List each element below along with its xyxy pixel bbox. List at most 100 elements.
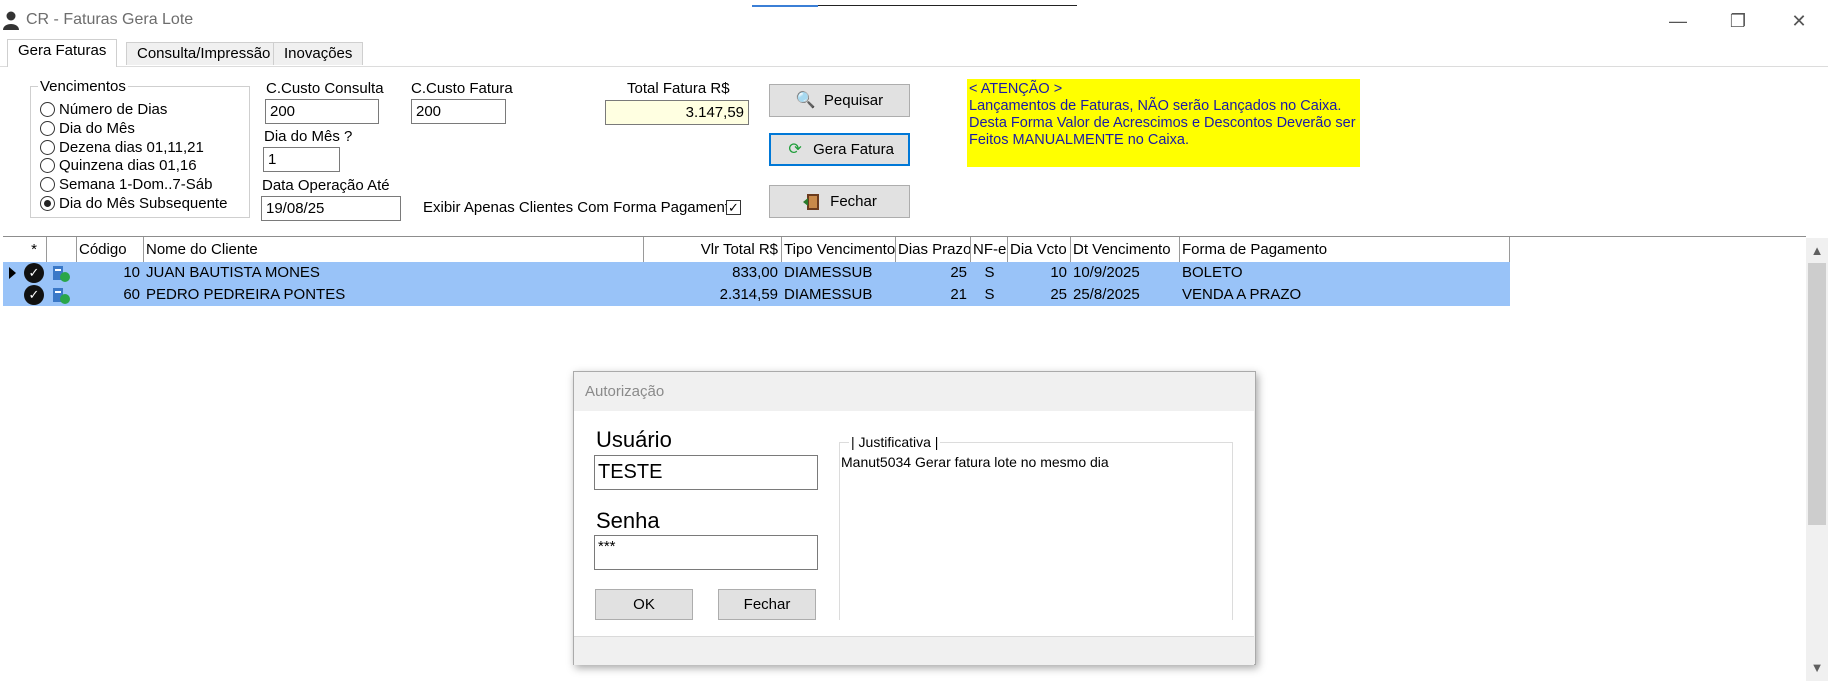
title-progress-accent xyxy=(752,5,818,7)
radio-dia-mes[interactable]: Dia do Mês xyxy=(40,119,135,138)
col-header-icon[interactable] xyxy=(47,237,77,262)
exibir-apenas-label: Exibir Apenas Clientes Com Forma Pagamen… xyxy=(423,199,738,216)
attention-line: Lançamentos de Faturas, NÃO serão Lançad… xyxy=(969,98,1342,114)
col-header-vlr-total[interactable]: Vlr Total R$ xyxy=(644,237,782,262)
dialog-fechar-button[interactable]: Fechar xyxy=(718,589,816,620)
cell-forma-pagamento: VENDA A PRAZO xyxy=(1182,286,1302,303)
radio-button[interactable] xyxy=(40,102,55,117)
cell-dia-vcto: 25 xyxy=(1050,286,1067,303)
radio-label: Quinzena dias 01,16 xyxy=(59,157,197,174)
tab-inovacoes[interactable]: Inovações xyxy=(273,42,364,65)
senha-input[interactable]: *** xyxy=(594,535,818,570)
scrollbar-thumb[interactable] xyxy=(1808,263,1826,525)
radio-label: Dia do Mês Subsequente xyxy=(59,195,228,212)
cell-vlr-total: 833,00 xyxy=(732,264,778,281)
ccusto-fatura-label: C.Custo Fatura xyxy=(411,80,513,97)
fechar-label: Fechar xyxy=(830,193,877,210)
scroll-down-icon[interactable]: ▼ xyxy=(1806,657,1828,679)
attention-line: Feitos MANUALMENTE no Caixa. xyxy=(969,132,1189,148)
cell-dia-vcto: 10 xyxy=(1050,264,1067,281)
exibir-apenas-checkbox[interactable]: ✓ xyxy=(726,200,741,215)
refresh-icon: ⟳ xyxy=(788,140,802,158)
col-header-codigo[interactable]: Código xyxy=(77,237,144,262)
cell-nome-cliente: PEDRO PEDREIRA PONTES xyxy=(146,286,346,303)
ok-button[interactable]: OK xyxy=(595,589,693,620)
attention-line: < ATENÇÃO > xyxy=(969,81,1063,97)
cell-nfe: S xyxy=(984,286,995,303)
radio-button[interactable] xyxy=(40,158,55,173)
minimize-button[interactable]: — xyxy=(1655,8,1701,34)
cell-nome-cliente: JUAN BAUTISTA MONES xyxy=(146,264,320,281)
dialog-title: Autorização xyxy=(585,383,665,400)
window-title: CR - Faturas Gera Lote xyxy=(26,11,194,28)
exit-door-icon xyxy=(802,192,822,212)
col-header-forma-pagamento[interactable]: Forma de Pagamento xyxy=(1180,237,1510,262)
radio-label: Semana 1-Dom..7-Sáb xyxy=(59,176,213,193)
data-operacao-input[interactable]: 19/08/25 xyxy=(261,196,401,221)
radio-numero-dias[interactable]: Número de Dias xyxy=(40,100,167,119)
total-fatura-label: Total Fatura R$ xyxy=(627,80,730,97)
ccusto-consulta-label: C.Custo Consulta xyxy=(266,80,384,97)
gera-fatura-label: Gera Fatura xyxy=(813,141,894,158)
col-header-dt-vencimento[interactable]: Dt Vencimento xyxy=(1071,237,1180,262)
cell-forma-pagamento: BOLETO xyxy=(1182,264,1243,281)
tab-gera-faturas[interactable]: Gera Faturas xyxy=(7,39,118,67)
cell-tipo-vencimento: DIAMESSUB xyxy=(784,286,873,303)
ccusto-fatura-input[interactable]: 200 xyxy=(411,99,506,124)
data-operacao-label: Data Operação Até xyxy=(262,177,390,194)
cell-dias-prazo: 25 xyxy=(950,264,967,281)
ccusto-consulta-input[interactable]: 200 xyxy=(265,99,379,124)
radio-quinzena[interactable]: Quinzena dias 01,16 xyxy=(40,156,197,175)
cell-vlr-total: 2.314,59 xyxy=(719,286,778,303)
dia-mes-input[interactable]: 1 xyxy=(263,147,340,172)
fechar-button[interactable]: Fechar xyxy=(769,185,910,218)
col-header-dias-prazo[interactable]: Dias Prazo xyxy=(896,237,971,262)
user-icon xyxy=(3,11,19,30)
radio-button-selected[interactable] xyxy=(40,196,55,211)
radio-button[interactable] xyxy=(40,177,55,192)
justificativa-legend: | Justificativa | xyxy=(849,434,941,450)
total-fatura-value: 3.147,59 xyxy=(605,100,749,125)
col-header-marker[interactable]: * xyxy=(22,237,47,262)
row-pointer-icon xyxy=(9,267,16,279)
cell-dt-vencimento: 25/8/2025 xyxy=(1073,286,1140,303)
restore-button[interactable]: ❐ xyxy=(1715,8,1761,34)
col-header-tipo-vencimento[interactable]: Tipo Vencimento xyxy=(782,237,896,262)
cell-codigo: 10 xyxy=(123,264,140,281)
client-icon xyxy=(53,266,70,282)
gera-fatura-button[interactable]: ⟳ Gera Fatura xyxy=(769,133,910,166)
attention-notice: < ATENÇÃO > Lançamentos de Faturas, NÃO … xyxy=(967,79,1360,167)
senha-label: Senha xyxy=(596,508,660,533)
dialog-status-bar xyxy=(574,636,1254,665)
check-circle-icon: ✓ xyxy=(24,263,44,283)
col-header-nfe[interactable]: NF-e xyxy=(971,237,1008,262)
cell-dias-prazo: 21 xyxy=(950,286,967,303)
vencimentos-legend: Vencimentos xyxy=(38,78,128,95)
title-bar xyxy=(0,0,1828,40)
cell-tipo-vencimento: DIAMESSUB xyxy=(784,264,873,281)
col-header-nome-cliente[interactable]: Nome do Cliente xyxy=(144,237,644,262)
radio-button[interactable] xyxy=(40,140,55,155)
usuario-input[interactable]: TESTE xyxy=(594,455,818,490)
cell-dt-vencimento: 10/9/2025 xyxy=(1073,264,1140,281)
magnifier-icon: 🔍 xyxy=(795,91,816,109)
radio-label: Dezena dias 01,11,21 xyxy=(59,139,204,156)
scroll-up-icon[interactable]: ▲ xyxy=(1806,240,1828,262)
radio-label: Dia do Mês xyxy=(59,120,135,137)
pesquisar-button[interactable]: 🔍 Pequisar xyxy=(769,84,910,117)
pesquisar-label: Pequisar xyxy=(823,92,884,109)
client-icon xyxy=(53,288,70,304)
attention-line: Desta Forma Valor de Acrescimos e Descon… xyxy=(969,115,1356,131)
usuario-label: Usuário xyxy=(596,427,672,452)
radio-dia-mes-subsequente[interactable]: Dia do Mês Subsequente xyxy=(40,194,227,213)
cell-codigo: 60 xyxy=(123,286,140,303)
cell-nfe: S xyxy=(984,264,995,281)
radio-semana[interactable]: Semana 1-Dom..7-Sáb xyxy=(40,175,212,194)
col-header-dia-vcto[interactable]: Dia Vcto xyxy=(1008,237,1071,262)
check-circle-icon: ✓ xyxy=(24,285,44,305)
justificativa-textarea[interactable]: Manut5034 Gerar fatura lote no mesmo dia xyxy=(841,454,1109,470)
close-button[interactable]: ✕ xyxy=(1776,8,1822,34)
radio-button[interactable] xyxy=(40,121,55,136)
tab-consulta-impressao[interactable]: Consulta/Impressão xyxy=(126,42,282,65)
radio-dezena[interactable]: Dezena dias 01,11,21 xyxy=(40,138,204,157)
